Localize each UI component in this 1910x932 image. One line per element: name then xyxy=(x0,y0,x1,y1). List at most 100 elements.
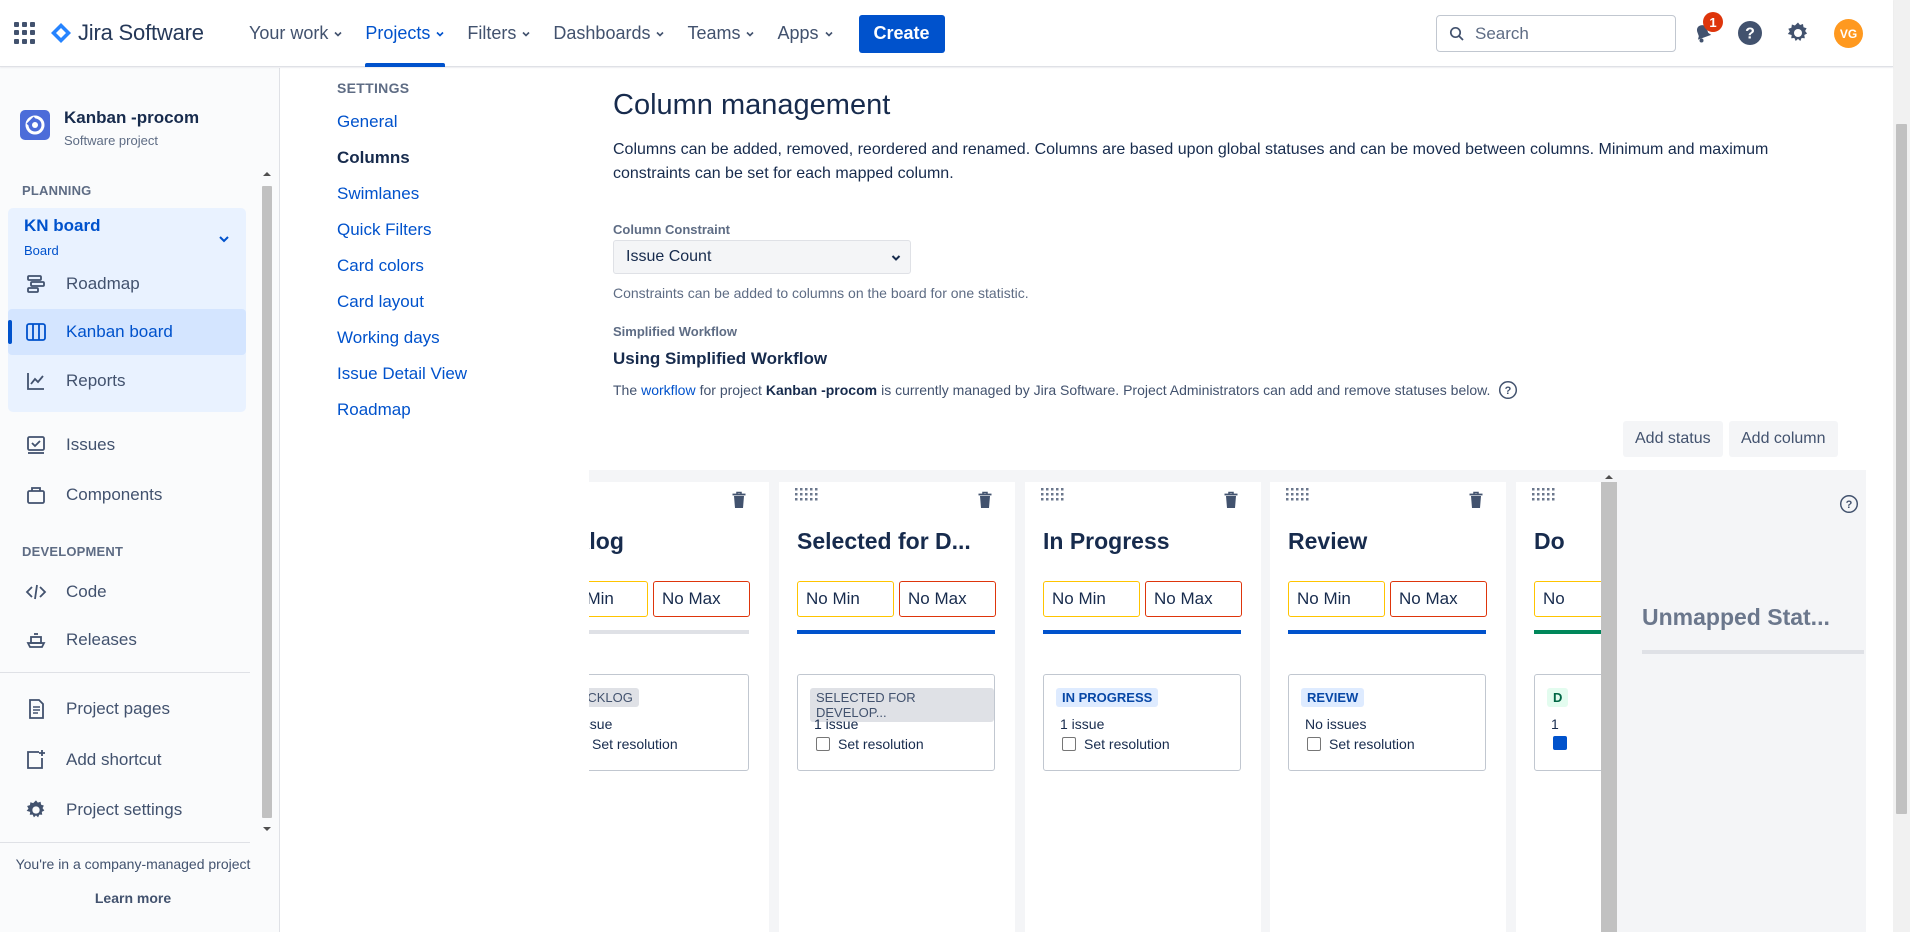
scroll-up-icon[interactable] xyxy=(1601,470,1617,482)
sidebar-item-kanban-board[interactable]: Kanban board xyxy=(8,309,246,355)
chevron-down-icon[interactable] xyxy=(218,233,230,245)
set-resolution-checkbox[interactable] xyxy=(816,737,830,751)
set-resolution-row[interactable] xyxy=(1553,736,1575,750)
settings-link-roadmap[interactable]: Roadmap xyxy=(337,400,467,436)
drag-handle-icon[interactable] xyxy=(1286,488,1312,504)
search-input[interactable]: Search xyxy=(1436,15,1676,52)
settings-link-issue-detail-view[interactable]: Issue Detail View xyxy=(337,364,467,400)
trash-icon[interactable] xyxy=(1221,490,1241,510)
column-max-input[interactable]: No Max xyxy=(653,581,750,617)
project-header[interactable]: Kanban -procom Software project xyxy=(20,108,199,148)
trash-icon[interactable] xyxy=(975,490,995,510)
board-scrollbar[interactable] xyxy=(1601,475,1617,932)
nav-dashboards[interactable]: Dashboards xyxy=(542,0,676,67)
nav-projects[interactable]: Projects xyxy=(354,0,456,67)
page-title: Column management xyxy=(613,89,891,121)
board-selector[interactable]: KN board Board xyxy=(24,216,101,258)
set-resolution-row[interactable]: Set resolution xyxy=(816,736,924,752)
sidebar-item-add-shortcut[interactable]: Add shortcut xyxy=(8,737,246,783)
set-resolution-row[interactable]: Set resolution xyxy=(589,736,678,752)
set-resolution-row[interactable]: Set resolution xyxy=(1062,736,1170,752)
workflow-project-name: Kanban -procom xyxy=(765,382,878,398)
column-max-input[interactable]: No Max xyxy=(1145,581,1242,617)
issue-count: 1 issue xyxy=(1060,716,1105,732)
settings-link-card-layout[interactable]: Card layout xyxy=(337,292,467,328)
drag-handle-icon[interactable] xyxy=(1041,488,1067,504)
jira-logo[interactable]: Jira Software xyxy=(50,20,204,46)
select-value: Issue Count xyxy=(626,248,712,265)
column-name[interactable]: Selected for D... xyxy=(797,528,971,555)
add-status-button[interactable]: Add status xyxy=(1623,421,1723,457)
column-min-input[interactable]: No Min xyxy=(1288,581,1385,617)
nav-filters[interactable]: Filters xyxy=(456,0,542,67)
status-card[interactable]: SELECTED FOR DEVELOP... 1 issue Set reso… xyxy=(797,674,995,771)
status-card[interactable]: REVIEW No issues Set resolution xyxy=(1288,674,1486,771)
column-name[interactable]: acklog xyxy=(589,528,624,555)
settings-link-card-colors[interactable]: Card colors xyxy=(337,256,467,292)
column-name[interactable]: Review xyxy=(1288,528,1367,555)
drag-handle-icon[interactable] xyxy=(1532,488,1558,504)
help-icon[interactable]: ? xyxy=(1839,494,1859,514)
status-card[interactable]: IN PROGRESS 1 issue Set resolution xyxy=(1043,674,1241,771)
column-min-input[interactable]: No Min xyxy=(589,581,648,617)
board-column[interactable]: acklog No Min No Max BACKLOG 1 issue Set… xyxy=(589,482,769,932)
status-card[interactable]: BACKLOG 1 issue Set resolution xyxy=(589,674,749,771)
sidebar-item-code[interactable]: Code xyxy=(8,569,246,615)
board-column[interactable]: Selected for D... No Min No Max SELECTED… xyxy=(779,482,1015,932)
sidebar-item-releases[interactable]: Releases xyxy=(8,617,246,663)
board-column[interactable]: Review No Min No Max REVIEW No issues Se… xyxy=(1270,482,1506,932)
sidebar-item-project-settings[interactable]: Project settings xyxy=(8,787,246,833)
set-resolution-checkbox[interactable] xyxy=(1062,737,1076,751)
project-sidebar: Kanban -procom Software project PLANNING… xyxy=(0,68,280,932)
column-min-input[interactable]: No Min xyxy=(797,581,894,617)
help-icon[interactable]: ? xyxy=(1498,380,1518,400)
nav-teams[interactable]: Teams xyxy=(676,0,766,67)
company-managed-text: You're in a company-managed project xyxy=(15,856,251,872)
sidebar-item-components[interactable]: Components xyxy=(8,472,246,518)
sidebar-item-roadmap[interactable]: Roadmap xyxy=(8,261,246,307)
set-resolution-checkbox[interactable] xyxy=(1307,737,1321,751)
top-navigation: Jira Software Your work Projects Filters… xyxy=(0,0,1893,67)
scroll-down-icon[interactable] xyxy=(260,823,274,835)
scroll-up-icon[interactable] xyxy=(260,168,274,180)
workflow-link[interactable]: workflow xyxy=(641,382,695,398)
column-constraint-select[interactable]: Issue Count xyxy=(613,240,911,274)
page-scrollbar[interactable] xyxy=(1893,0,1910,932)
nav-your-work[interactable]: Your work xyxy=(238,0,354,67)
learn-more-link[interactable]: Learn more xyxy=(0,890,266,906)
sidebar-divider xyxy=(0,842,250,843)
trash-icon[interactable] xyxy=(729,490,749,510)
column-max-input[interactable]: No Max xyxy=(899,581,996,617)
user-avatar[interactable]: VG xyxy=(1834,19,1863,48)
add-column-button[interactable]: Add column xyxy=(1729,421,1838,457)
set-resolution-checkbox[interactable] xyxy=(1553,736,1567,750)
column-max-input[interactable]: No Max xyxy=(1390,581,1487,617)
sidebar-item-project-pages[interactable]: Project pages xyxy=(8,686,246,732)
board-column[interactable]: In Progress No Min No Max IN PROGRESS 1 … xyxy=(1025,482,1261,932)
unmapped-statuses-title: Unmapped Stat... xyxy=(1642,604,1830,630)
nav-apps[interactable]: Apps xyxy=(766,0,844,67)
sidebar-scrollbar[interactable] xyxy=(260,168,274,838)
set-resolution-label: Set resolution xyxy=(592,736,678,752)
trash-icon[interactable] xyxy=(1466,490,1486,510)
settings-link-general[interactable]: General xyxy=(337,112,467,148)
settings-link-swimlanes[interactable]: Swimlanes xyxy=(337,184,467,220)
set-resolution-row[interactable]: Set resolution xyxy=(1307,736,1415,752)
settings-link-columns[interactable]: Columns xyxy=(337,148,467,184)
pages-icon xyxy=(24,697,48,721)
help-button[interactable]: ? xyxy=(1735,18,1765,48)
app-switcher-icon[interactable] xyxy=(14,22,36,44)
column-min-input[interactable]: No Min xyxy=(1043,581,1140,617)
settings-link-working-days[interactable]: Working days xyxy=(337,328,467,364)
create-button[interactable]: Create xyxy=(858,14,945,53)
settings-link-quick-filters[interactable]: Quick Filters xyxy=(337,220,467,256)
page-scroll-thumb[interactable] xyxy=(1896,124,1907,814)
sidebar-item-issues[interactable]: Issues xyxy=(8,422,246,468)
column-name[interactable]: Do xyxy=(1534,528,1565,555)
settings-button[interactable] xyxy=(1783,18,1813,48)
sidebar-item-reports[interactable]: Reports xyxy=(8,358,246,404)
column-name[interactable]: In Progress xyxy=(1043,528,1170,555)
sidebar-scroll-thumb[interactable] xyxy=(262,186,272,818)
issue-count: No issues xyxy=(1305,716,1367,732)
drag-handle-icon[interactable] xyxy=(795,488,821,504)
